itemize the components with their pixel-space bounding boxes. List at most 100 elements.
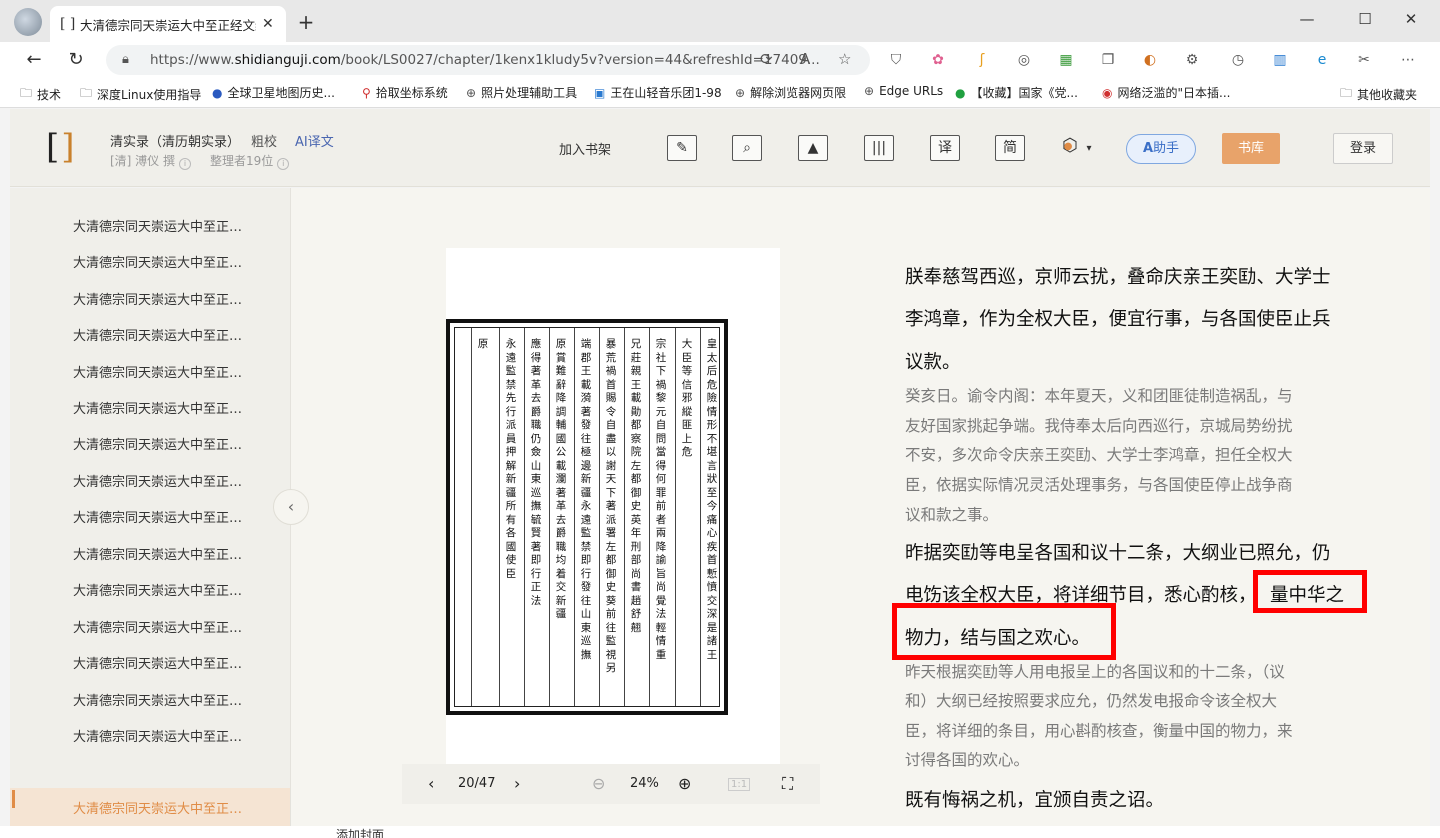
folder-icon: 🗀︎ — [80, 86, 93, 100]
chapter-item[interactable]: 大清德宗同天崇运大中至正… — [73, 580, 242, 599]
extensions-puzzle-icon[interactable]: ⚙ — [1182, 50, 1202, 70]
profile-icon[interactable] — [14, 8, 42, 36]
translate-tool[interactable]: 译 — [930, 135, 960, 161]
simplified-tool[interactable]: 简 — [995, 135, 1025, 161]
chapter-item[interactable]: 大清德宗同天崇运大中至正… — [73, 216, 242, 235]
extension-icon[interactable]: ʃ — [972, 50, 992, 70]
add-cover-link[interactable]: 添加封面 — [336, 826, 384, 838]
info-icon[interactable]: i — [179, 158, 191, 170]
site-logo[interactable]: [] — [46, 127, 77, 167]
history-icon[interactable]: ◷ — [1228, 50, 1248, 70]
new-tab-button[interactable]: + — [294, 10, 318, 34]
image-tool[interactable]: ▲ — [798, 135, 828, 161]
screenshot-icon[interactable]: ✂ — [1354, 50, 1374, 70]
actual-size-icon[interactable]: 1:1 — [728, 778, 751, 791]
favorite-star-icon[interactable]: ☆ — [838, 50, 851, 68]
info-icon[interactable]: i — [277, 158, 290, 170]
more-menu-icon[interactable]: ⋯ — [1398, 50, 1418, 70]
chapter-item[interactable]: 大清德宗同天崇运大中至正… — [73, 690, 242, 709]
zoom-in-icon[interactable]: ⊕ — [678, 774, 691, 793]
site-header: [] 清实录（清历朝实录） 粗校 AI译文 [清] 溥仪 撰i 整理者19位 i … — [10, 109, 1430, 187]
extension-icon[interactable]: ✿ — [928, 50, 948, 70]
globe-icon: ⊕ — [864, 84, 875, 98]
tab-title: 大清德宗同天崇运大中至正经文纬 — [80, 17, 256, 33]
lock-icon: 🔒︎ — [122, 52, 129, 67]
chapter-item[interactable]: 大清德宗同天崇运大中至正… — [73, 325, 242, 344]
login-button[interactable]: 登录 — [1333, 133, 1393, 164]
globe-icon: ● — [212, 85, 223, 100]
translation-line: 臣，依据实际情况灵活处理事务，与各国使臣停止战争商 — [905, 476, 1293, 494]
note-pen-tool[interactable]: ✎ — [667, 135, 697, 161]
bookmark-item[interactable]: ⊕ Edge URLs — [864, 84, 943, 98]
chapter-item[interactable]: 大清德宗同天崇运大中至正… — [73, 252, 242, 271]
book-title[interactable]: 清实录（清历朝实录） — [110, 131, 240, 150]
minimize-icon[interactable]: — — [1292, 10, 1322, 28]
chapter-item[interactable]: 大清德宗同天崇运大中至正… — [73, 289, 242, 308]
coarse-edit-link[interactable]: 粗校 — [251, 131, 277, 150]
globe-icon: ⊕ — [466, 85, 477, 100]
tab-close-icon[interactable]: ✕ — [262, 16, 274, 32]
translation-line: 癸亥日。谕令内阁：本年夏天，义和团匪徒制造祸乱，与 — [905, 387, 1293, 405]
bookmark-item[interactable]: ● 【收藏】国家《党... — [955, 84, 1078, 101]
next-page-icon[interactable]: › — [514, 774, 520, 793]
sidebar-icon[interactable]: ▥ — [1270, 50, 1290, 70]
add-to-shelf-button[interactable]: 加入书架 — [559, 139, 611, 158]
chapter-item[interactable]: 大清德宗同天崇运大中至正… — [73, 544, 242, 563]
chapter-item[interactable]: 大清德宗同天崇运大中至正… — [73, 507, 242, 526]
collections-icon[interactable]: ❐ — [1098, 50, 1118, 70]
library-button[interactable]: 书库 — [1222, 133, 1280, 164]
edge-icon[interactable]: e — [1312, 50, 1332, 70]
bookmark-item[interactable]: ⊕ 解除浏览器网页限 — [735, 84, 846, 101]
bookmark-item[interactable]: ◉ 网络泛滥的"日本插... — [1102, 84, 1230, 101]
extension-icon[interactable]: ▦ — [1056, 50, 1076, 70]
collapse-sidebar-button[interactable]: ‹ — [273, 489, 309, 525]
bookmark-item[interactable]: ⊕ 照片处理辅助工具 — [466, 84, 577, 101]
active-chapter-marker — [12, 790, 15, 808]
scan-column: 宗社下禍黎元自問當得何罪前者兩降諭旨尚覺法輕情重 — [655, 338, 667, 661]
browser-tab[interactable]: [ ] 大清德宗同天崇运大中至正经文纬 ✕ — [50, 6, 286, 42]
translation-line: 昨天根据奕劻等人用电报呈上的各国议和的十二条，（议 — [905, 663, 1285, 681]
search-tool[interactable]: ⌕ — [732, 135, 762, 161]
bookmark-item[interactable]: 🗀︎ 深度Linux使用指导 — [80, 84, 201, 105]
other-bookmarks[interactable]: 🗀︎ 其他收藏夹 — [1340, 84, 1417, 105]
bookmarks-bar: 🗀︎ 技术 🗀︎ 深度Linux使用指导 ● 全球卫星地图历史... ⚲ 拾取坐标系统 … — [0, 78, 1440, 108]
bookmark-item[interactable]: 🗀︎ 技术 — [20, 84, 61, 105]
fullscreen-icon[interactable]: ⛶ — [782, 774, 793, 794]
chapter-item[interactable]: 大清德宗同天崇运大中至正… — [73, 653, 242, 672]
original-text-line: 既有悔祸之机，宜颁自责之诏。 — [905, 790, 1165, 811]
translation-line: 臣，将详细的条目，用心斟酌核查，衡量中国的物力，来 — [905, 722, 1293, 740]
chapter-item[interactable]: 大清德宗同天崇运大中至正… — [73, 398, 242, 417]
columns-tool[interactable]: ||| — [864, 135, 894, 161]
chapter-item-active[interactable]: 大清德宗同天崇运大中至正… — [73, 798, 242, 817]
bookmark-item[interactable]: ⚲ 拾取坐标系统 — [362, 84, 448, 101]
scan-column: 大臣等信邪縱匪上危 — [681, 338, 693, 458]
book-author: [清] 溥仪 撰i — [110, 152, 191, 170]
folder-icon: 🗀︎ — [1340, 86, 1353, 100]
shield-extension-icon[interactable]: ⛉ — [886, 50, 906, 70]
chapter-item[interactable]: 大清德宗同天崇运大中至正… — [73, 471, 242, 490]
bookmark-item[interactable]: ● 全球卫星地图历史... — [212, 84, 335, 101]
settings-hex-icon[interactable]: ⬡● ▾ — [1062, 135, 1091, 156]
close-window-icon[interactable]: ✕ — [1396, 10, 1426, 28]
url-field[interactable]: 🔒︎ https://www.shidianguji.com/book/LS00… — [106, 45, 870, 75]
globe-icon: ⊕ — [735, 85, 746, 100]
read-aloud-icon[interactable]: A — [800, 50, 810, 68]
page-indicator: 20/47 — [458, 776, 496, 791]
ai-translation-link[interactable]: AI译文 — [295, 131, 334, 150]
extension-icon[interactable]: ◎ — [1014, 50, 1034, 70]
original-text-line: 昨据奕劻等电呈各国和议十二条，大纲业已照允，仍 — [905, 543, 1331, 564]
extension-icon[interactable]: ◐ — [1140, 50, 1160, 70]
chapter-item[interactable]: 大清德宗同天崇运大中至正… — [73, 362, 242, 381]
translate-page-icon[interactable]: ⟳ — [760, 50, 773, 68]
scan-column: 原賞難辭降調輔國公載瀾著革去爵職均着交新疆 — [555, 338, 567, 620]
back-icon[interactable]: ← — [20, 47, 48, 73]
bookmark-item[interactable]: ▣ 王在山轻音乐团1-98 — [594, 84, 722, 101]
maximize-icon[interactable]: ☐ — [1350, 10, 1380, 28]
zoom-out-icon[interactable]: ⊖ — [592, 774, 605, 793]
prev-page-icon[interactable]: ‹ — [428, 774, 434, 793]
chapter-item[interactable]: 大清德宗同天崇运大中至正… — [73, 726, 242, 745]
chapter-item[interactable]: 大清德宗同天崇运大中至正… — [73, 434, 242, 453]
ai-assistant-button[interactable]: A助手 — [1126, 134, 1196, 164]
chapter-item[interactable]: 大清德宗同天崇运大中至正… — [73, 617, 242, 636]
refresh-icon[interactable]: ↻ — [62, 47, 90, 73]
